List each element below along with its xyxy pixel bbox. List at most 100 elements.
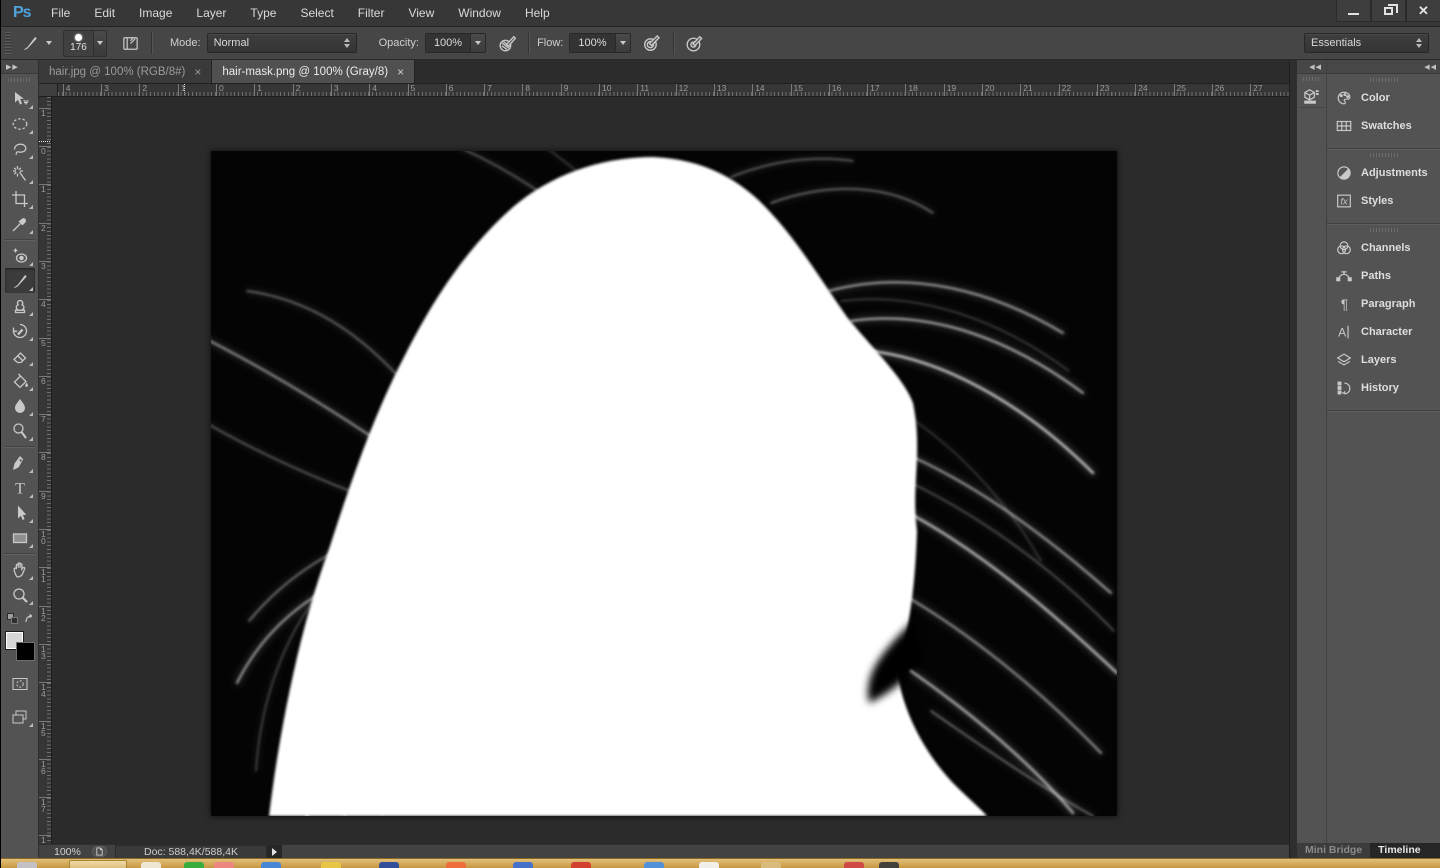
taskbar-icon[interactable] <box>261 862 281 868</box>
type-tool[interactable]: T <box>5 475 35 500</box>
shape-tool[interactable] <box>5 525 35 550</box>
canvas[interactable] <box>211 151 1117 816</box>
panel-grip[interactable] <box>1370 153 1398 157</box>
taskbar-icon[interactable] <box>761 862 781 868</box>
taskbar-icon[interactable] <box>184 862 204 868</box>
menu-layer[interactable]: Layer <box>184 0 238 26</box>
document-tab-0[interactable]: hair.jpg @ 100% (RGB/8#)× <box>39 60 212 83</box>
panel-tab-layers[interactable]: Layers <box>1327 346 1440 374</box>
background-color-swatch[interactable] <box>16 642 35 661</box>
screen-mode-button[interactable] <box>5 704 35 729</box>
opacity-field[interactable]: 100% <box>425 33 486 53</box>
dodge-tool[interactable] <box>5 418 35 443</box>
tool-preset-arrow-icon[interactable] <box>43 31 55 55</box>
panel-tab-styles[interactable]: fxStyles <box>1327 187 1440 215</box>
menu-edit[interactable]: Edit <box>82 0 127 26</box>
clone-stamp-tool[interactable] <box>5 293 35 318</box>
toggle-brush-panel-icon[interactable] <box>117 31 143 55</box>
brush-tool[interactable] <box>5 268 35 293</box>
taskbar-app-button[interactable] <box>69 860 127 868</box>
menu-image[interactable]: Image <box>127 0 184 26</box>
zoom-level-field[interactable]: 100% <box>54 846 92 858</box>
eraser-tool[interactable] <box>5 343 35 368</box>
brush-size-picker[interactable]: 176 <box>63 30 107 57</box>
windows-taskbar[interactable] <box>1 858 1440 868</box>
taskbar-icon[interactable] <box>513 862 533 868</box>
close-tab-icon[interactable]: × <box>397 67 404 77</box>
quick-mask-button[interactable] <box>5 671 35 696</box>
bottom-tab-timeline[interactable]: Timeline <box>1370 843 1428 858</box>
menu-type[interactable]: Type <box>238 0 288 26</box>
3d-panel-icon[interactable] <box>1299 84 1325 108</box>
panel-collapse-chevrons[interactable]: ◀◀ <box>1327 60 1440 74</box>
menu-view[interactable]: View <box>396 0 446 26</box>
document-size-readout[interactable]: Doc: 588,4K/588,4K <box>115 845 267 859</box>
panel-divider[interactable] <box>1289 60 1297 858</box>
taskbar-icon[interactable] <box>446 862 466 868</box>
taskbar-icon[interactable] <box>644 862 664 868</box>
status-flyout-arrow[interactable] <box>267 845 282 859</box>
crop-tool[interactable] <box>5 186 35 211</box>
paint-bucket-tool[interactable] <box>5 368 35 393</box>
minimize-button[interactable] <box>1336 0 1371 22</box>
flow-dropdown-arrow[interactable] <box>615 34 630 52</box>
panel-tab-history[interactable]: History <box>1327 374 1440 402</box>
taskbar-icon[interactable] <box>17 862 37 868</box>
menu-filter[interactable]: Filter <box>346 0 397 26</box>
panel-grip[interactable] <box>1370 78 1398 82</box>
options-grip[interactable] <box>5 32 11 54</box>
taskbar-icon[interactable] <box>379 862 399 868</box>
lasso-tool[interactable] <box>5 136 35 161</box>
swap-colors-icon[interactable] <box>23 613 35 625</box>
blur-tool[interactable] <box>5 393 35 418</box>
hand-tool[interactable] <box>5 557 35 582</box>
taskbar-icon[interactable] <box>844 862 864 868</box>
taskbar-icon[interactable] <box>571 862 591 868</box>
brush-size-dropdown-arrow[interactable] <box>93 30 107 57</box>
opacity-dropdown-arrow[interactable] <box>470 34 485 52</box>
ruler-origin-box[interactable] <box>39 84 58 97</box>
tablet-pressure-size-icon[interactable] <box>682 31 708 55</box>
document-tab-1[interactable]: hair-mask.png @ 100% (Gray/8)× <box>212 60 415 83</box>
airbrush-icon[interactable] <box>639 31 665 55</box>
magic-wand-tool[interactable] <box>5 161 35 186</box>
zoom-tool[interactable] <box>5 582 35 607</box>
tools-collapse-button[interactable]: ▶▶ <box>1 60 38 74</box>
tools-grip[interactable] <box>8 78 31 82</box>
panel-tab-channels[interactable]: Channels <box>1327 234 1440 262</box>
panel-grip[interactable] <box>1370 228 1398 232</box>
workspace-switcher[interactable]: Essentials <box>1304 33 1429 53</box>
status-flyout-button[interactable] <box>92 846 107 857</box>
default-and-swap-colors[interactable] <box>5 613 35 627</box>
restore-button[interactable] <box>1371 0 1406 22</box>
menu-select[interactable]: Select <box>288 0 345 26</box>
brush-tool-preset-icon[interactable] <box>17 31 43 55</box>
panel-tab-color[interactable]: Color <box>1327 84 1440 112</box>
flow-field[interactable]: 100% <box>569 33 630 53</box>
panel-tab-character[interactable]: ACharacter <box>1327 318 1440 346</box>
history-brush-tool[interactable] <box>5 318 35 343</box>
close-tab-icon[interactable]: × <box>194 67 201 77</box>
tablet-pressure-opacity-icon[interactable] <box>494 31 520 55</box>
menu-help[interactable]: Help <box>513 0 562 26</box>
panel-tab-swatches[interactable]: Swatches <box>1327 112 1440 140</box>
healing-tool[interactable] <box>5 243 35 268</box>
panel-tab-paragraph[interactable]: ¶Paragraph <box>1327 290 1440 318</box>
taskbar-icon[interactable] <box>321 862 341 868</box>
close-button[interactable]: ✕ <box>1406 0 1440 22</box>
panel-tab-adjustments[interactable]: Adjustments <box>1327 159 1440 187</box>
panel-grip[interactable] <box>1303 77 1321 81</box>
path-selection-tool[interactable] <box>5 500 35 525</box>
taskbar-icon[interactable] <box>879 862 899 868</box>
taskbar-icon[interactable] <box>141 862 161 868</box>
menu-file[interactable]: File <box>39 0 82 26</box>
taskbar-icon[interactable] <box>699 862 719 868</box>
menu-window[interactable]: Window <box>446 0 513 26</box>
taskbar-icon[interactable] <box>214 862 234 868</box>
bottom-tab-mini-bridge[interactable]: Mini Bridge <box>1297 843 1370 858</box>
panel-collapse-chevrons[interactable]: ◀◀ <box>1297 60 1326 74</box>
pen-tool[interactable] <box>5 450 35 475</box>
blend-mode-select[interactable]: Normal <box>207 33 357 53</box>
move-tool[interactable] <box>5 86 35 111</box>
marquee-tool[interactable] <box>5 111 35 136</box>
